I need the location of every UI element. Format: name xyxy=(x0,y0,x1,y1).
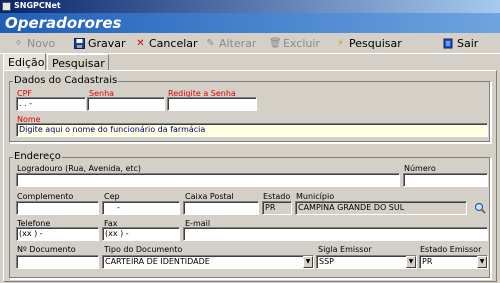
telefone-field[interactable]: (xx ) - xyxy=(16,227,99,241)
sigla-emissor-select[interactable]: SSP ▼ xyxy=(316,255,417,269)
logradouro-field[interactable] xyxy=(16,173,400,187)
complemento-label: Complemento xyxy=(17,192,74,201)
numero-documento-label: Nº Documento xyxy=(17,245,76,254)
cancelar-label: Cancelar xyxy=(149,37,198,50)
gravar-label: Gravar xyxy=(88,37,126,50)
app-icon xyxy=(2,2,11,11)
email-field[interactable] xyxy=(183,227,488,241)
gravar-button[interactable]: Gravar xyxy=(74,37,126,50)
chevron-down-icon[interactable]: ▼ xyxy=(303,256,313,268)
chevron-down-icon[interactable]: ▼ xyxy=(406,256,416,268)
municipio-label: Município xyxy=(296,192,335,201)
page-header: Operadorores xyxy=(0,13,500,33)
fax-field[interactable]: (xx ) - xyxy=(102,227,180,241)
chevron-down-icon[interactable]: ▼ xyxy=(477,256,487,268)
estado-field[interactable]: PR xyxy=(262,201,292,215)
pesquisar-label: Pesquisar xyxy=(349,37,402,50)
novo-label: Novo xyxy=(27,37,56,50)
sigla-emissor-value: SSP xyxy=(319,257,334,266)
estado-label: Estado xyxy=(263,192,291,201)
cpf-field[interactable]: . . - xyxy=(16,97,86,111)
sair-label: Sair xyxy=(457,37,479,50)
estado-emissor-select[interactable]: PR ▼ xyxy=(419,255,488,269)
search-icon[interactable] xyxy=(474,202,486,214)
page-title: Operadorores xyxy=(5,14,122,32)
trash-icon: 🗑 xyxy=(269,38,282,49)
tipo-documento-label: Tipo do Documento xyxy=(104,245,183,254)
excluir-label: Excluir xyxy=(283,37,320,50)
endereco-legend: Endereço xyxy=(13,151,62,162)
sair-button[interactable]: Sair xyxy=(443,37,478,50)
numero-documento-field[interactable] xyxy=(16,255,99,269)
numero-label: Número xyxy=(404,164,436,173)
tab-edicao[interactable]: Edição xyxy=(3,53,46,71)
logradouro-label: Logradouro (Rua, Avenida, etc) xyxy=(17,164,142,173)
cep-label: Cep xyxy=(104,192,120,201)
window-titlebar[interactable]: SNGPCNet xyxy=(0,0,500,13)
cadastro-legend: Dados do Cadastrais xyxy=(13,75,119,86)
novo-button[interactable]: ✧ Novo xyxy=(13,37,55,50)
save-icon xyxy=(74,38,85,49)
tab-pesquisar-label: Pesquisar xyxy=(52,57,105,70)
edit-icon: ✎ xyxy=(206,38,215,49)
window-title: SNGPCNet xyxy=(14,1,61,10)
tab-pesquisar[interactable]: Pesquisar xyxy=(47,54,109,71)
municipio-field[interactable]: CAMPINA GRANDE DO SUL xyxy=(295,201,467,215)
new-icon: ✧ xyxy=(14,38,23,49)
caixa-postal-field[interactable] xyxy=(183,201,259,215)
cancelar-button[interactable]: ✕ Cancelar xyxy=(135,37,198,50)
toolbar: ✧ Novo Gravar ✕ Cancelar ✎ Alterar 🗑 Exc… xyxy=(0,33,500,54)
alterar-label: Alterar xyxy=(219,37,257,50)
complemento-field[interactable] xyxy=(16,201,99,215)
cancel-icon: ✕ xyxy=(136,38,145,49)
cep-field[interactable]: - xyxy=(102,201,180,215)
sigla-emissor-label: Sigla Emissor xyxy=(318,245,372,254)
tipo-documento-value: CARTEIRA DE IDENTIDADE xyxy=(105,257,210,266)
tab-edicao-label: Edição xyxy=(8,56,45,69)
flashlight-icon: ⚡ xyxy=(336,38,345,49)
redigite-senha-field[interactable] xyxy=(167,97,257,111)
excluir-button[interactable]: 🗑 Excluir xyxy=(269,37,320,50)
caixa-postal-label: Caixa Postal xyxy=(185,192,234,201)
tipo-documento-select[interactable]: CARTEIRA DE IDENTIDADE ▼ xyxy=(102,255,314,269)
numero-field[interactable] xyxy=(403,173,488,187)
senha-field[interactable] xyxy=(87,97,165,111)
alterar-button[interactable]: ✎ Alterar xyxy=(205,37,256,50)
exit-icon xyxy=(443,38,454,49)
nome-field[interactable]: Digite aqui o nome do funcionário da far… xyxy=(16,123,488,137)
estado-emissor-label: Estado Emissor xyxy=(420,245,482,254)
estado-emissor-value: PR xyxy=(422,257,433,266)
pesquisar-button[interactable]: ⚡ Pesquisar xyxy=(335,37,402,50)
